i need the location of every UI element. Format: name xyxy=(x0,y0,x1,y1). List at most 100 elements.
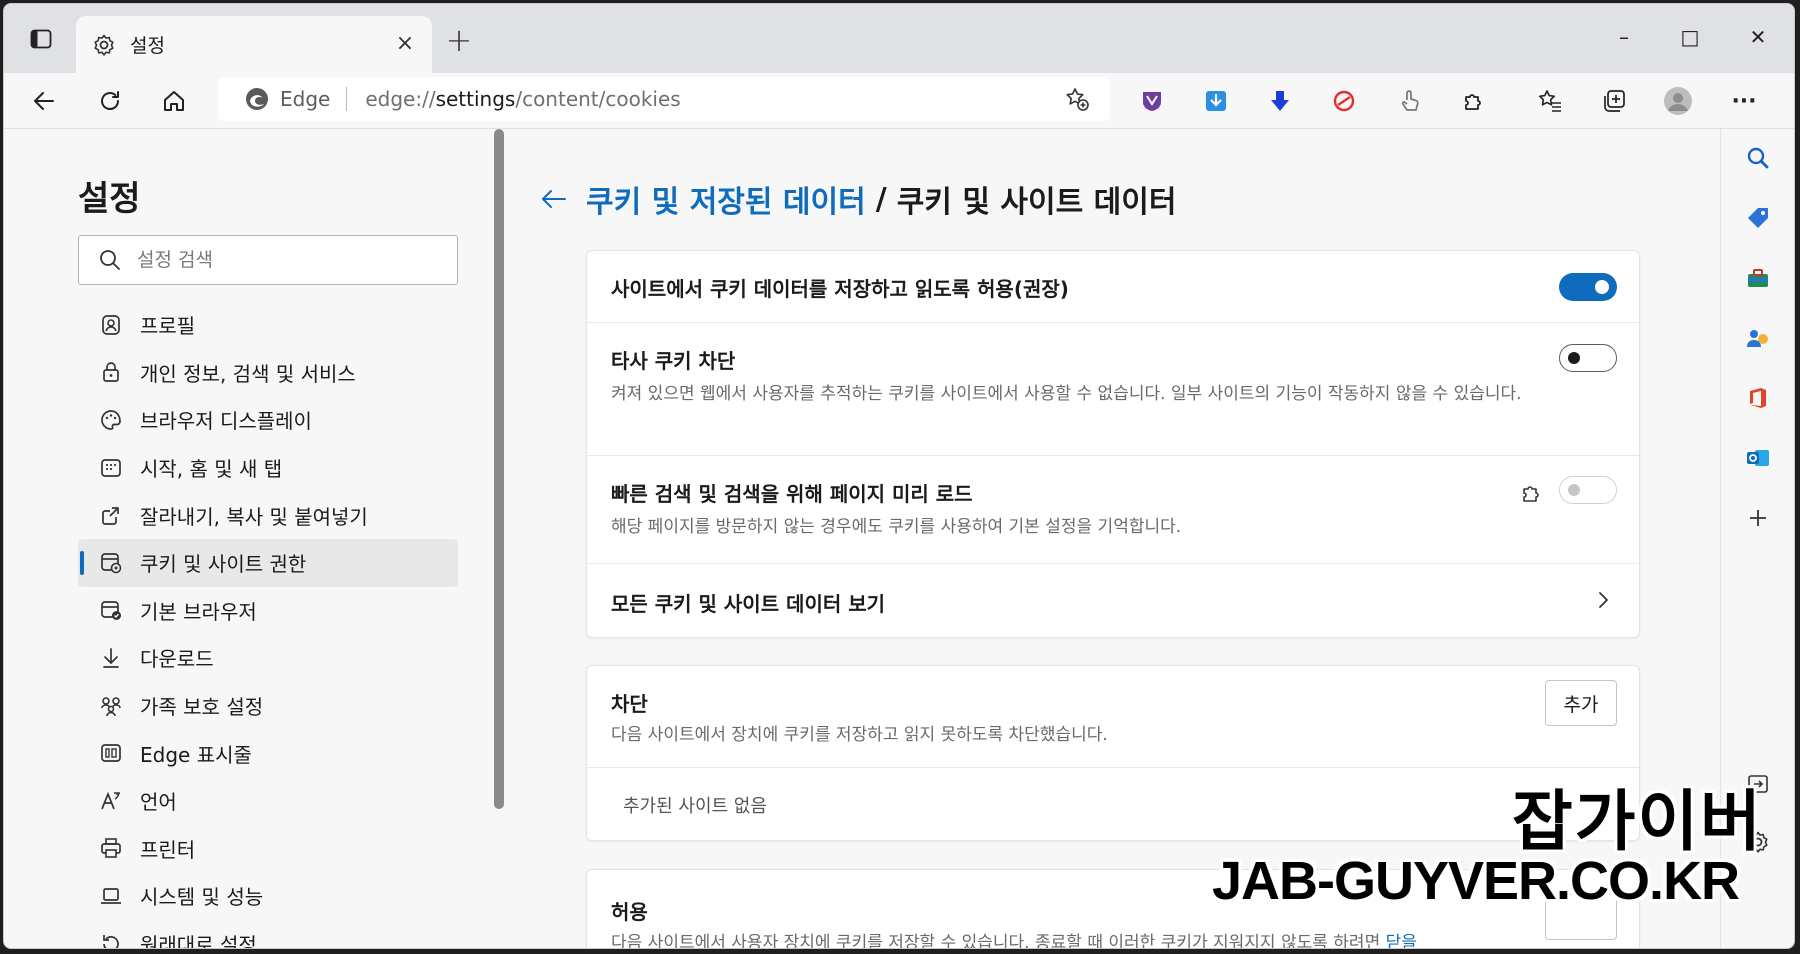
sidebar-item-label: 언어 xyxy=(140,790,177,815)
download-icon xyxy=(98,645,124,671)
setting-row-allow-cookies: 사이트에서 쿠키 데이터를 저장하고 읽도록 허용(권장) xyxy=(587,251,1639,323)
sidebar-item-start-home[interactable]: 시작, 홈 및 새 탭 xyxy=(78,444,458,492)
avatar-icon xyxy=(1664,87,1692,115)
gear-icon xyxy=(90,31,118,59)
setting-row-see-all-cookies[interactable]: 모든 쿠키 및 사이트 데이터 보기 xyxy=(587,564,1639,637)
add-favorite-icon[interactable] xyxy=(1064,86,1090,112)
home-button[interactable] xyxy=(156,83,192,119)
arrow-left-icon xyxy=(34,92,54,110)
settings-title: 설정 xyxy=(78,179,141,219)
cookie-settings-card: 사이트에서 쿠키 데이터를 저장하고 읽도록 허용(권장) 타사 쿠키 차단 켜… xyxy=(586,250,1640,638)
sidebar-item-label: 기본 브라우저 xyxy=(140,599,257,624)
breadcrumb: 쿠키 및 저장된 데이터 / 쿠키 및 사이트 데이터 xyxy=(538,177,1176,221)
sidebar-item-family[interactable]: 가족 보호 설정 xyxy=(78,682,458,730)
search-input[interactable] xyxy=(137,249,437,271)
cookie-settings-icon xyxy=(98,550,124,576)
extension-download-button[interactable] xyxy=(1198,83,1234,119)
refresh-button[interactable] xyxy=(92,83,128,119)
settings-sidebar: 설정 프로필 개인 정보, 검색 및 서비스 브라우저 디스플레이 시작, 홈 … xyxy=(4,129,504,948)
allow-link[interactable]: 닫을 xyxy=(1386,933,1417,948)
url-path: /content/cookies xyxy=(515,87,681,111)
tab-settings[interactable]: 설정 × xyxy=(76,16,432,73)
block-empty-text: 추가된 사이트 없음 xyxy=(623,796,767,817)
sidebar-tools-button[interactable] xyxy=(1743,263,1773,293)
share-icon xyxy=(98,502,124,528)
sidebar-item-default-browser[interactable]: 기본 브라우저 xyxy=(78,587,458,635)
printer-icon xyxy=(98,835,124,861)
red-link-icon xyxy=(1333,90,1355,112)
sidebar-games-button[interactable] xyxy=(1743,323,1773,353)
toolbox-icon xyxy=(1748,269,1768,287)
sidebar-add-button[interactable] xyxy=(1743,503,1773,533)
sidebar-item-profile[interactable]: 프로필 xyxy=(78,301,458,349)
block-third-party-toggle[interactable] xyxy=(1559,344,1617,372)
search-icon xyxy=(100,250,120,270)
sidebar-item-label: 쿠키 및 사이트 권한 xyxy=(140,552,307,577)
sidebar-item-privacy[interactable]: 개인 정보, 검색 및 서비스 xyxy=(78,349,458,397)
setting-description: 켜져 있으면 웹에서 사용자를 추적하는 쿠키를 사이트에서 사용할 수 없습니… xyxy=(611,384,1522,404)
browser-check-icon xyxy=(98,597,124,623)
sidebar-item-share-copy-paste[interactable]: 잘라내기, 복사 및 붙여넣기 xyxy=(78,491,458,539)
profile-button[interactable] xyxy=(1660,83,1696,119)
extensions-button[interactable] xyxy=(1456,83,1492,119)
extension-shield-button[interactable] xyxy=(1134,83,1170,119)
sidebar-item-printers[interactable]: 프린터 xyxy=(78,825,458,873)
block-header-row: 차단 다음 사이트에서 장치에 쿠키를 저장하고 읽지 못하도록 차단했습니다.… xyxy=(587,666,1639,768)
preload-toggle[interactable] xyxy=(1559,476,1617,504)
hand-pointer-icon xyxy=(1401,90,1419,111)
sidebar-item-downloads[interactable]: 다운로드 xyxy=(78,634,458,682)
sidebar-item-label: 프로필 xyxy=(140,314,196,339)
favorites-button[interactable] xyxy=(1532,83,1568,119)
sidebar-scrollbar[interactable] xyxy=(494,129,504,809)
sidebar-item-label: 시스템 및 성능 xyxy=(140,885,264,910)
setting-row-preload: 빠른 검색 및 검색을 위해 페이지 미리 로드 해당 페이지를 방문하지 않는… xyxy=(587,456,1639,564)
office-icon xyxy=(1750,388,1766,408)
back-button[interactable] xyxy=(26,83,62,119)
new-tab-button[interactable]: + xyxy=(444,24,474,56)
sidebar-shopping-button[interactable] xyxy=(1743,203,1773,233)
title-bar: 설정 × + – □ ✕ xyxy=(4,4,1794,73)
sidebar-item-cookies-permissions[interactable]: 쿠키 및 사이트 권한 xyxy=(78,538,458,587)
sidebar-search-button[interactable] xyxy=(1743,143,1773,173)
block-add-button[interactable]: 추가 xyxy=(1545,680,1617,726)
setting-title: 타사 쿠키 차단 xyxy=(611,349,736,373)
allow-cookies-toggle[interactable] xyxy=(1559,273,1617,301)
collections-button[interactable] xyxy=(1596,83,1632,119)
tab-close-button[interactable]: × xyxy=(392,31,418,57)
close-window-button[interactable]: ✕ xyxy=(1738,20,1778,54)
extension-arrow-button[interactable] xyxy=(1262,83,1298,119)
more-menu-button[interactable]: ··· xyxy=(1726,83,1762,119)
url-host: settings xyxy=(435,87,516,111)
address-bar[interactable]: Edge edge://settings/content/cookies xyxy=(218,77,1110,121)
maximize-button[interactable]: □ xyxy=(1670,20,1710,54)
extension-red-button[interactable] xyxy=(1326,83,1362,119)
home-icon xyxy=(164,91,184,111)
reset-icon xyxy=(98,931,124,948)
sidebar-item-edge-bar[interactable]: Edge 표시줄 xyxy=(78,729,458,777)
extension-touch-button[interactable] xyxy=(1392,83,1428,119)
sidebar-office-button[interactable] xyxy=(1743,383,1773,413)
setting-description: 해당 페이지를 방문하지 않는 경우에도 쿠키를 사용하여 기본 설정을 기억합… xyxy=(611,517,1182,537)
breadcrumb-link[interactable]: 쿠키 및 저장된 데이터 xyxy=(586,177,866,221)
sidebar-outlook-button[interactable] xyxy=(1743,443,1773,473)
allow-description-text: 다음 사이트에서 사용자 장치에 쿠키를 저장할 수 있습니다. 종료할 때 이… xyxy=(611,933,1381,948)
breadcrumb-separator: / xyxy=(875,181,887,217)
tab-actions-icon[interactable] xyxy=(26,24,56,54)
sidebar-item-system[interactable]: 시스템 및 성능 xyxy=(78,872,458,920)
sidebar-item-appearance[interactable]: 브라우저 디스플레이 xyxy=(78,396,458,444)
puzzle-icon xyxy=(1465,94,1481,110)
chevron-right-icon xyxy=(1599,592,1608,608)
sidebar-item-languages[interactable]: 언어 xyxy=(78,777,458,825)
sidebar-item-reset[interactable]: 원래대로 설정 xyxy=(78,920,458,948)
setting-title: 사이트에서 쿠키 데이터를 저장하고 읽도록 허용(권장) xyxy=(611,277,1069,301)
sidebar-item-label: 가족 보호 설정 xyxy=(140,695,264,720)
settings-search[interactable] xyxy=(78,235,458,285)
palette-icon xyxy=(98,407,124,433)
setting-title: 빠른 검색 및 검색을 위해 페이지 미리 로드 xyxy=(611,482,973,506)
blue-download-icon xyxy=(1206,91,1226,111)
minimize-button[interactable]: – xyxy=(1604,20,1644,54)
block-description: 다음 사이트에서 장치에 쿠키를 저장하고 읽지 못하도록 차단했습니다. xyxy=(611,725,1108,745)
back-arrow-icon[interactable] xyxy=(538,183,570,215)
url-text[interactable]: edge://settings/content/cookies xyxy=(365,87,680,111)
blue-arrow-down-icon xyxy=(1271,91,1289,111)
